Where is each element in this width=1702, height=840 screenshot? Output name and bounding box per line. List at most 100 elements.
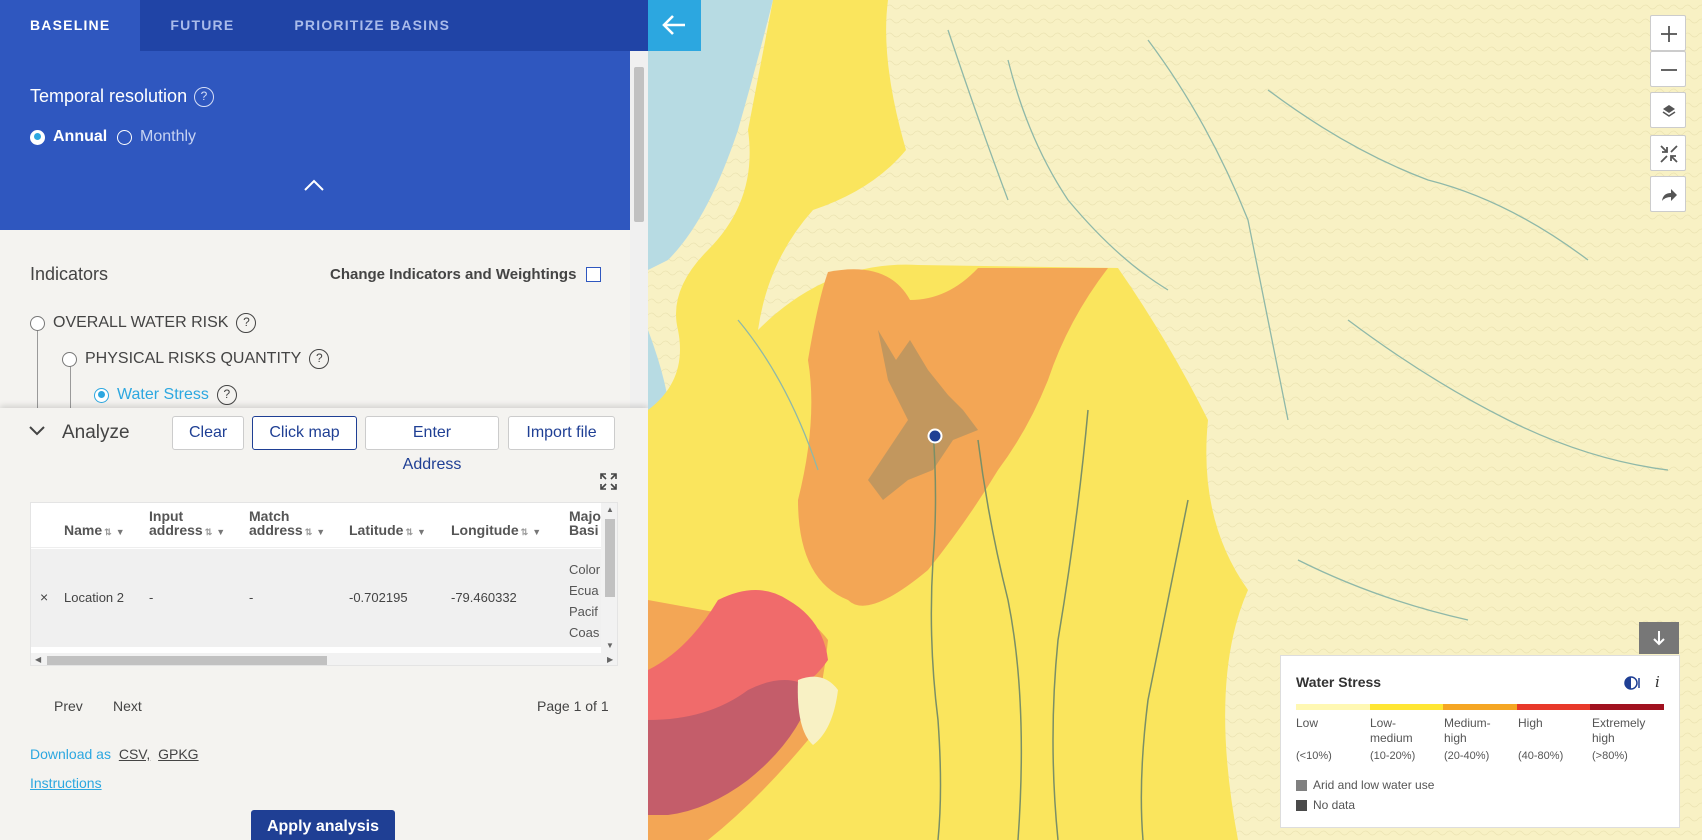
download-label: Download as	[30, 746, 111, 762]
panel-scrollbar[interactable]	[630, 51, 648, 411]
radio-unselected-icon	[62, 351, 77, 367]
enter-address-button[interactable]: Enter Address	[365, 416, 499, 473]
legend-no-data-label: No data	[1313, 798, 1356, 812]
cell-name: Location 2	[64, 590, 124, 605]
sort-icon[interactable]: ⇅	[521, 527, 529, 537]
cell-longitude: -79.460332	[451, 590, 517, 605]
temporal-resolution-section: Temporal resolution ? Annual Monthly	[0, 51, 630, 230]
filter-icon[interactable]: ▼	[532, 527, 541, 537]
import-file-button[interactable]: Import file	[508, 416, 615, 450]
cell-major-basin: Color Ecua Pacif Coas	[569, 559, 603, 643]
change-indicators-checkbox[interactable]	[586, 267, 602, 282]
scroll-left-arrow-icon[interactable]: ◀	[35, 655, 41, 664]
tab-baseline[interactable]: BASELINE	[0, 0, 141, 51]
legend-range-low: (<10%)	[1296, 750, 1332, 762]
chevron-up-icon[interactable]	[303, 178, 325, 192]
scrollbar-thumb[interactable]	[634, 67, 644, 222]
column-header-major-basin[interactable]: Majo Basi	[569, 509, 601, 537]
legend-label-line: Low	[1296, 716, 1319, 730]
column-header-label: Name	[64, 522, 103, 538]
remove-row-icon[interactable]: ×	[40, 589, 48, 605]
tab-future[interactable]: FUTURE	[140, 0, 264, 51]
tab-prioritize-basins[interactable]: PRIORITIZE BASINS	[264, 0, 480, 51]
legend-swatch-high	[1516, 704, 1591, 710]
opacity-toggle-icon[interactable]	[1624, 675, 1640, 691]
scrollbar-thumb[interactable]	[605, 519, 615, 597]
filter-icon[interactable]: ▼	[417, 527, 426, 537]
zoom-in-button[interactable]	[1650, 15, 1686, 51]
download-gpkg-link[interactable]: GPKG	[158, 746, 198, 762]
indicator-label: OVERALL WATER RISK	[53, 314, 229, 331]
clear-button[interactable]: Clear	[172, 416, 244, 450]
scroll-right-arrow-icon[interactable]: ▶	[607, 655, 613, 664]
legend-toggle-button[interactable]	[1639, 622, 1679, 654]
tree-connector	[37, 330, 38, 410]
help-icon[interactable]: ?	[309, 349, 330, 369]
legend-label-line: High	[1518, 716, 1543, 730]
column-header-input-address[interactable]: Input address ⇅ ▼	[149, 509, 225, 539]
next-page-button[interactable]: Next	[113, 698, 142, 714]
legend-swatch-extremely-high	[1590, 704, 1664, 710]
indicator-label: Water Stress	[117, 386, 209, 403]
column-header-name[interactable]: Name ⇅ ▼	[64, 523, 125, 539]
share-button[interactable]	[1650, 176, 1686, 212]
download-csv-link[interactable]: CSV,	[119, 746, 150, 762]
filter-icon[interactable]: ▼	[216, 527, 225, 537]
apply-analysis-button[interactable]: Apply analysis	[251, 810, 395, 840]
radio-monthly[interactable]: Monthly	[117, 128, 196, 146]
radio-annual[interactable]: Annual	[30, 128, 107, 146]
expand-icon[interactable]	[600, 473, 617, 490]
help-icon[interactable]: ?	[236, 313, 257, 333]
help-icon[interactable]: ?	[216, 385, 237, 405]
column-header-longitude[interactable]: Longitude ⇅ ▼	[451, 523, 541, 539]
radio-unselected-icon	[117, 129, 132, 145]
table-row[interactable]: × Location 2 - - -0.702195 -79.460332 Co…	[31, 549, 601, 647]
column-header-label: address	[149, 522, 203, 538]
column-header-latitude[interactable]: Latitude ⇅ ▼	[349, 523, 426, 539]
instructions-link[interactable]: Instructions	[30, 775, 102, 791]
sidebar-panel: BASELINE FUTURE PRIORITIZE BASINS Tempor…	[0, 0, 648, 840]
sort-icon[interactable]: ⇅	[305, 527, 313, 537]
indicator-water-stress[interactable]: Water Stress ?	[94, 385, 237, 405]
table-header: Name ⇅ ▼ Input address ⇅ ▼ Match address ⇅ ▼ Lat…	[31, 503, 617, 548]
legend-label-line: medium	[1370, 731, 1413, 745]
results-table: Name ⇅ ▼ Input address ⇅ ▼ Match address ⇅ ▼ Lat…	[30, 502, 618, 666]
layers-button[interactable]	[1650, 92, 1686, 128]
legend-title: Water Stress	[1296, 674, 1382, 690]
column-header-match-address[interactable]: Match address ⇅ ▼	[249, 509, 325, 539]
column-header-label: Latitude	[349, 522, 404, 538]
table-horizontal-scrollbar[interactable]: ◀ ▶	[31, 653, 617, 665]
location-marker-icon[interactable]	[927, 428, 943, 444]
filter-icon[interactable]: ▼	[116, 527, 125, 537]
shrink-button[interactable]	[1650, 135, 1686, 171]
sort-icon[interactable]: ⇅	[405, 527, 413, 537]
legend-label-line: Extremely	[1592, 716, 1646, 730]
sort-icon[interactable]: ⇅	[104, 527, 112, 537]
filter-icon[interactable]: ▼	[316, 527, 325, 537]
legend-label-low: Low	[1296, 716, 1318, 731]
legend-swatch-low	[1296, 704, 1370, 710]
share-icon	[1662, 189, 1677, 201]
temporal-resolution-label: Temporal resolution	[30, 86, 188, 106]
click-map-button[interactable]: Click map	[252, 416, 357, 450]
scroll-up-arrow-icon[interactable]: ▲	[606, 505, 614, 514]
indicator-overall-water-risk[interactable]: OVERALL WATER RISK ?	[30, 313, 257, 333]
info-icon[interactable]: i	[1655, 673, 1660, 691]
legend-swatch-no-data	[1296, 799, 1307, 811]
change-indicators-toggle[interactable]: Change Indicators and Weightings	[330, 266, 602, 283]
column-header-label: Basi	[569, 522, 599, 538]
legend-label-high: High	[1518, 716, 1543, 731]
legend-label-low-medium: Low-medium	[1370, 716, 1413, 746]
legend-swatch-medium-high	[1443, 704, 1517, 710]
prev-page-button[interactable]: Prev	[54, 698, 83, 714]
help-icon[interactable]: ?	[194, 87, 214, 107]
legend-arid-entry: Arid and low water use	[1296, 778, 1434, 792]
sort-icon[interactable]: ⇅	[205, 527, 213, 537]
indicator-physical-risks-quantity[interactable]: PHYSICAL RISKS QUANTITY ?	[62, 349, 330, 369]
chevron-down-icon[interactable]	[28, 425, 46, 437]
table-vertical-scrollbar[interactable]: ▲ ▼	[601, 503, 617, 653]
scroll-down-arrow-icon[interactable]: ▼	[606, 641, 614, 650]
scrollbar-thumb[interactable]	[47, 656, 327, 665]
back-arrow-button[interactable]	[648, 0, 701, 51]
zoom-out-button[interactable]	[1650, 51, 1686, 87]
